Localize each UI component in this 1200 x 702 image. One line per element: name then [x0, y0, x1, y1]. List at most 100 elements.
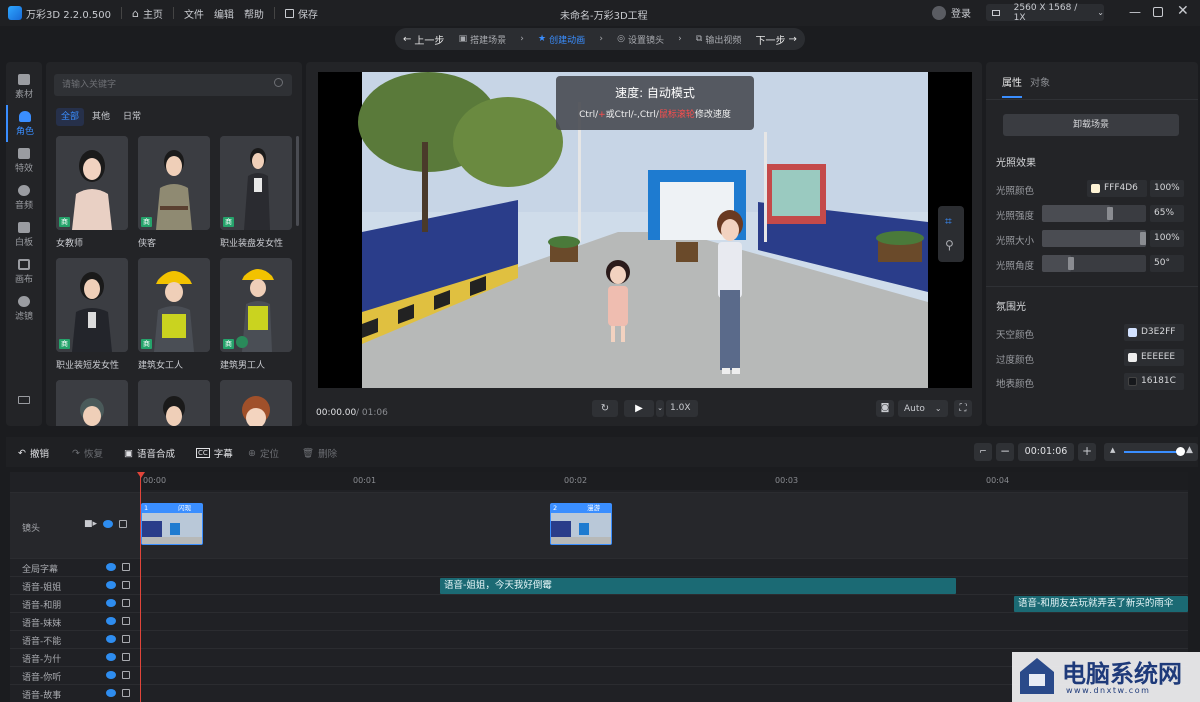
lock-icon[interactable]: [122, 581, 130, 589]
lock-icon[interactable]: [122, 617, 130, 625]
pin-icon[interactable]: ⚲: [945, 238, 954, 252]
eye-icon[interactable]: [103, 520, 114, 528]
character-card[interactable]: 商: [220, 258, 292, 352]
zoom-out-button[interactable]: −: [996, 443, 1014, 461]
fullscreen-button[interactable]: ⛶: [954, 400, 972, 417]
scene-canvas[interactable]: 速度: 自动模式 Ctrl/+或Ctrl/-,Ctrl/鼠标滚轮修改速度 ⌗ ⚲: [318, 72, 972, 388]
rail-item-filters[interactable]: 滤镜: [6, 290, 42, 327]
eye-icon[interactable]: [106, 689, 116, 697]
character-card[interactable]: 商: [220, 136, 292, 230]
eye-icon[interactable]: [106, 581, 116, 589]
tab-objects[interactable]: 对象: [1030, 74, 1050, 89]
tts-button[interactable]: ▣ 语音合成: [124, 446, 175, 461]
search-icon[interactable]: [274, 78, 283, 87]
light-angle-value[interactable]: 50°: [1150, 255, 1184, 272]
filter-daily[interactable]: 日常: [118, 108, 146, 126]
rail-item-audio[interactable]: 音频: [6, 179, 42, 216]
snap-button[interactable]: ⌐: [974, 443, 992, 461]
rail-item-materials[interactable]: 素材: [6, 68, 42, 105]
lock-icon[interactable]: [122, 599, 130, 607]
crop-icon[interactable]: ⌗: [945, 214, 952, 229]
eye-icon[interactable]: [106, 635, 116, 643]
character-card[interactable]: 商: [56, 258, 128, 352]
light-intensity-slider[interactable]: [1042, 205, 1146, 222]
step-export-video[interactable]: ⧉ 输出视频: [696, 33, 741, 46]
save-button[interactable]: 保存: [284, 6, 318, 21]
menu-file[interactable]: 文件: [184, 6, 204, 21]
quality-select[interactable]: Auto ⌄: [898, 400, 948, 417]
character-card[interactable]: 商: [138, 258, 210, 352]
slider-knob[interactable]: [1068, 257, 1074, 270]
filter-other[interactable]: 其他: [87, 108, 115, 126]
eye-icon[interactable]: [106, 617, 116, 625]
undo-button[interactable]: ↶ 撤销: [18, 446, 49, 461]
screenshot-button[interactable]: ◙: [876, 400, 894, 417]
lock-icon[interactable]: [122, 653, 130, 661]
lock-icon[interactable]: [122, 671, 130, 679]
slider-knob[interactable]: [1107, 207, 1113, 220]
maximize-button[interactable]: [1153, 7, 1163, 17]
character-card[interactable]: [56, 380, 128, 426]
resolution-select[interactable]: 2560 X 1568 / 1X ⌄: [986, 3, 1104, 23]
camera-clip[interactable]: 2 漫游: [550, 503, 612, 545]
rail-item-canvas[interactable]: 画布: [6, 253, 42, 290]
play-button[interactable]: ▶: [624, 400, 654, 417]
light-color-percent[interactable]: 100%: [1150, 180, 1184, 197]
unload-scene-button[interactable]: 卸载场景: [1003, 114, 1179, 136]
rail-item-effects[interactable]: 特效: [6, 142, 42, 179]
light-intensity-value[interactable]: 65%: [1150, 205, 1184, 222]
rail-item-characters[interactable]: 角色: [6, 105, 42, 142]
lock-icon[interactable]: [119, 520, 128, 528]
playhead-handle[interactable]: [137, 472, 145, 478]
timeline-zoom-slider[interactable]: ▲ ▲: [1104, 443, 1198, 461]
eye-icon[interactable]: [106, 563, 116, 571]
delete-button[interactable]: 🗑 删除: [302, 446, 337, 461]
ground-color-picker[interactable]: 16181C: [1124, 373, 1184, 390]
zoom-in-button[interactable]: +: [1078, 443, 1096, 461]
rail-item-whiteboard[interactable]: 白板: [6, 216, 42, 253]
search-input[interactable]: [54, 74, 292, 96]
light-color-picker[interactable]: FFF4D6: [1087, 180, 1147, 197]
menu-edit[interactable]: 编辑: [214, 6, 234, 21]
prev-step-button[interactable]: ← 上一步: [403, 32, 444, 47]
scrollbar[interactable]: [296, 136, 299, 226]
voice-clip[interactable]: 语音-和朋友去玩就弄丢了新买的雨伞: [1014, 596, 1188, 612]
slider-knob[interactable]: [1176, 447, 1185, 456]
character-card[interactable]: 商: [138, 136, 210, 230]
eye-icon[interactable]: [106, 671, 116, 679]
subtitle-button[interactable]: CC 字幕: [196, 446, 233, 460]
close-button[interactable]: ✕: [1177, 3, 1189, 19]
login-button[interactable]: 登录: [932, 5, 971, 20]
duration-field[interactable]: 00:01:06: [1018, 443, 1074, 461]
tab-properties[interactable]: 属性: [1002, 74, 1022, 89]
redo-button[interactable]: ↷ 恢复: [72, 446, 103, 461]
character-card[interactable]: [138, 380, 210, 426]
speed-select[interactable]: 1.0X: [666, 400, 698, 417]
minimize-button[interactable]: —: [1129, 5, 1141, 19]
play-menu-button[interactable]: ⌄: [656, 400, 664, 417]
sky-color-picker[interactable]: D3E2FF: [1124, 324, 1184, 341]
playhead[interactable]: [140, 472, 141, 702]
video-camera-icon[interactable]: ■▸: [84, 519, 97, 529]
transition-color-picker[interactable]: EEEEEE: [1124, 349, 1184, 366]
character-card[interactable]: [220, 380, 292, 426]
lock-icon[interactable]: [122, 689, 130, 697]
filter-all[interactable]: 全部: [56, 108, 85, 126]
menu-help[interactable]: 帮助: [244, 6, 264, 21]
keyboard-icon[interactable]: [18, 396, 30, 404]
light-size-value[interactable]: 100%: [1150, 230, 1184, 247]
eye-icon[interactable]: [106, 653, 116, 661]
light-angle-slider[interactable]: [1042, 255, 1146, 272]
next-step-button[interactable]: 下一步 →: [756, 32, 797, 47]
time-ruler[interactable]: [142, 472, 1188, 490]
light-size-slider[interactable]: [1042, 230, 1146, 247]
lock-icon[interactable]: [122, 635, 130, 643]
character-card[interactable]: 商: [56, 136, 128, 230]
slider-knob[interactable]: [1140, 232, 1146, 245]
eye-icon[interactable]: [106, 599, 116, 607]
home-button[interactable]: ⌂ 主页: [132, 6, 163, 21]
step-set-camera[interactable]: ◎ 设置镜头: [617, 33, 664, 46]
step-create-animation[interactable]: ★ 创建动画: [538, 33, 585, 46]
loop-button[interactable]: ↻: [592, 400, 618, 417]
locate-button[interactable]: ⊕ 定位: [248, 446, 279, 461]
